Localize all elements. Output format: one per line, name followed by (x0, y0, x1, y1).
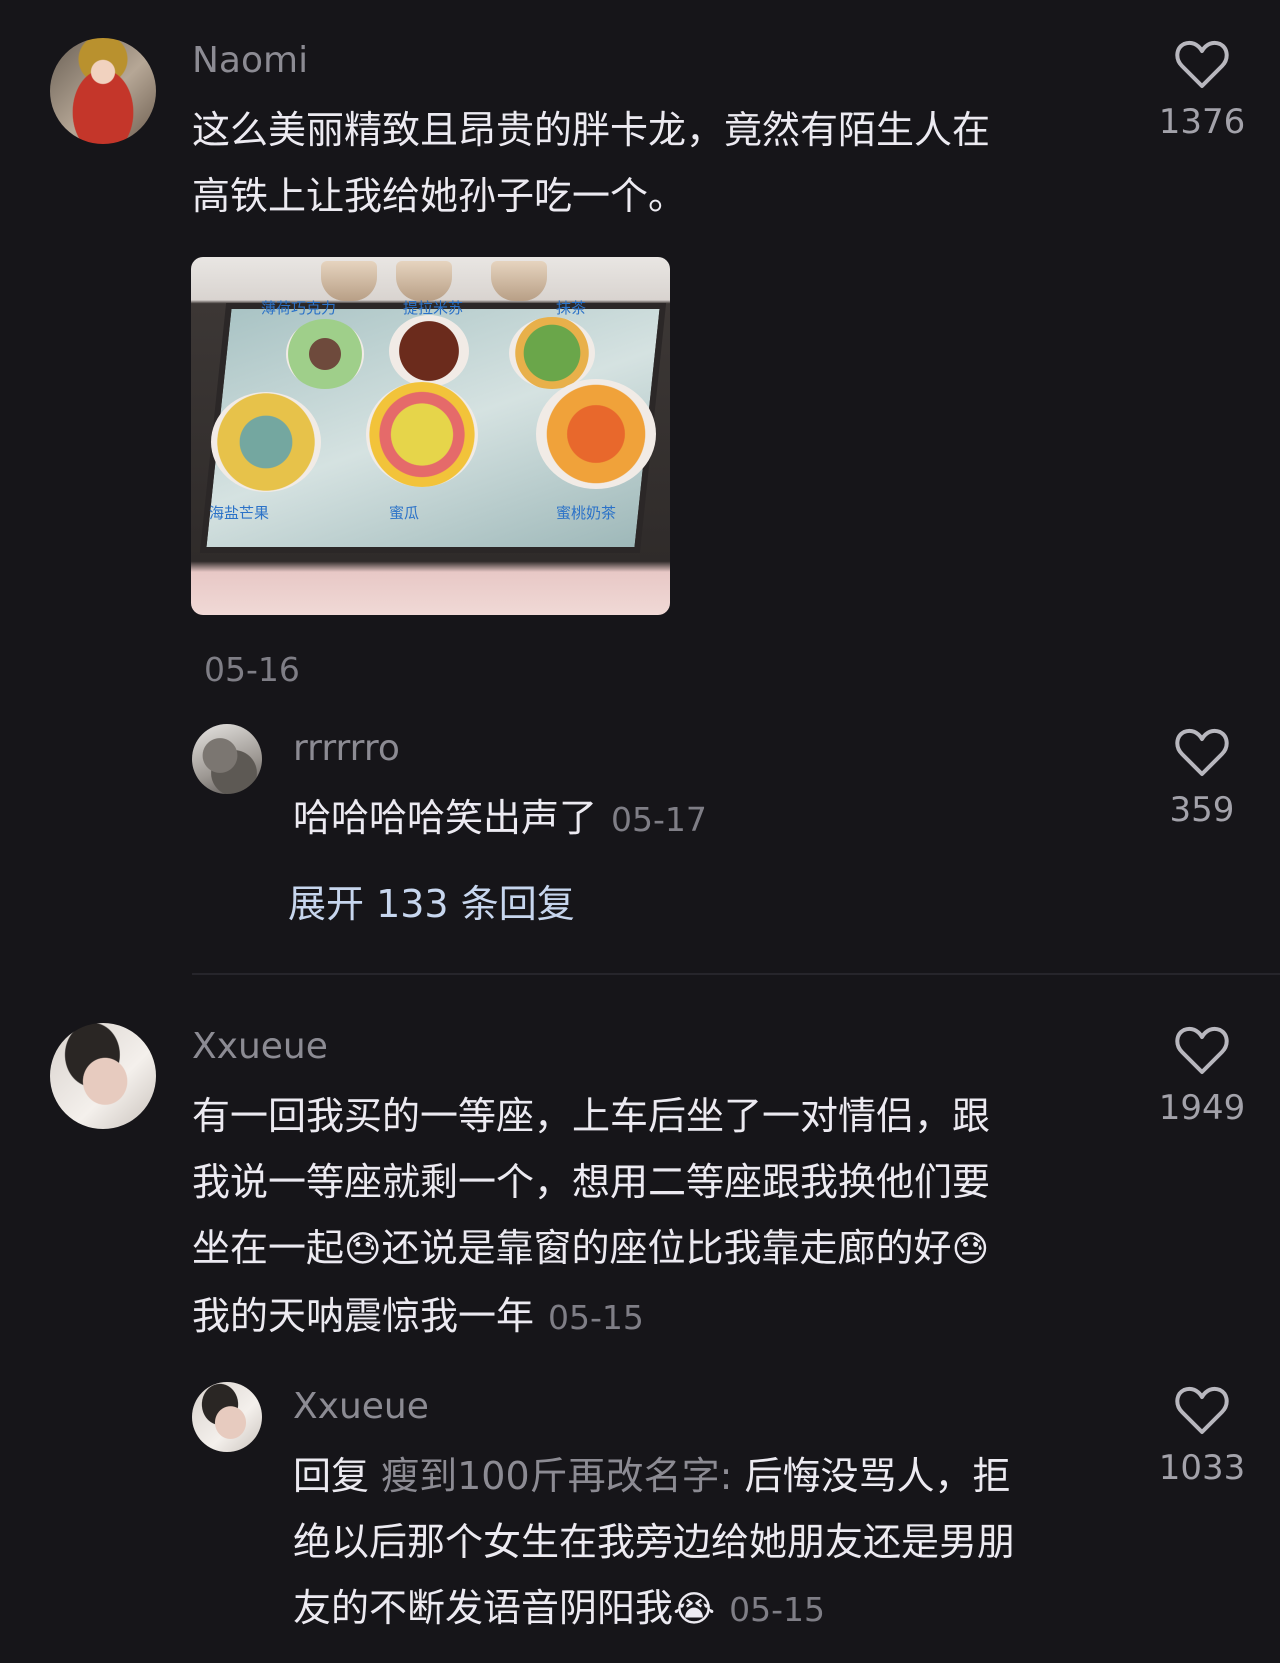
sweat-emoji-icon: 😓 (344, 1229, 382, 1270)
comment-segment: 还说是靠窗的座位比我靠走廊的好 (381, 1226, 952, 1270)
expand-replies-link[interactable]: 展开 133 条回复 (288, 873, 575, 928)
divider (192, 973, 1280, 975)
comment-line: 我的天呐震惊我一年 05-15 (192, 1283, 990, 1351)
comment-image[interactable]: 薄荷巧克力 提拉米苏 抹茶 海盐芒果 蜜瓜 蜜桃奶茶 (191, 257, 670, 615)
avatar[interactable] (192, 1382, 262, 1452)
pastry-label: 蜜桃奶茶 (556, 504, 617, 522)
comment-line: 有一回我买的一等座，上车后坐了一对情侣，跟 (192, 1094, 991, 1138)
reply-target-username[interactable]: 瘦到100斤再改名字: (381, 1454, 732, 1498)
teacup (321, 261, 377, 301)
avatar[interactable] (192, 724, 262, 794)
pastry-label: 薄荷巧克力 (261, 299, 337, 317)
reply-line: 绝以后那个女生在我旁边给她朋友还是男朋 (293, 1520, 1016, 1564)
like-button[interactable]: 359 (1132, 728, 1272, 830)
reply-content: 哈哈哈哈笑出声了 (293, 796, 598, 840)
reply-username[interactable]: rrrrrro (293, 728, 400, 769)
comment-date: 05-16 (204, 650, 300, 689)
reply-line: 友的不断发语音阴阳我😭 05-15 (293, 1575, 1015, 1643)
comment-line: 高铁上让我给她孙子吃一个。 (192, 174, 687, 218)
like-count: 1376 (1158, 102, 1246, 142)
pastry (211, 392, 321, 492)
like-count: 1033 (1158, 1448, 1246, 1488)
teacup (491, 261, 547, 301)
reply-text: 回复 瘦到100斤再改名字: 后悔没骂人，拒 绝以后那个女生在我旁边给她朋友还是… (293, 1443, 1015, 1643)
like-count: 1949 (1158, 1088, 1246, 1128)
like-button[interactable]: 1376 (1132, 40, 1272, 142)
reply-segment: 友的不断发语音阴阳我 (293, 1586, 674, 1630)
pastry (536, 379, 656, 489)
avatar[interactable] (50, 1023, 156, 1129)
pastry (389, 315, 469, 387)
sweat-emoji-icon: 😓 (951, 1229, 990, 1270)
reply-text: 哈哈哈哈笑出声了 05-17 (293, 785, 707, 853)
comment-date: 05-15 (548, 1298, 644, 1337)
pastry-label: 提拉米苏 (403, 299, 464, 317)
reply-line: 哈哈哈哈笑出声了 05-17 (293, 785, 707, 853)
teacup (396, 261, 452, 301)
pastry (286, 319, 364, 389)
crying-emoji-icon: 😭 (673, 1589, 716, 1630)
comment-line: 我说一等座就剩一个，想用二等座跟我换他们要 (192, 1160, 991, 1204)
like-button[interactable]: 1033 (1132, 1386, 1272, 1488)
comment-text: 有一回我买的一等座，上车后坐了一对情侣，跟 我说一等座就剩一个，想用二等座跟我换… (192, 1083, 990, 1351)
heart-outline-icon (1175, 728, 1229, 776)
comment-thread: Naomi 这么美丽精致且昂贵的胖卡龙，竟然有陌生人在 高铁上让我给她孙子吃一个… (0, 0, 1280, 1663)
pastry (366, 382, 478, 487)
comment-segment: 坐在一起 (192, 1226, 345, 1270)
comment-line: 坐在一起😓还说是靠窗的座位比我靠走廊的好😓 (192, 1215, 990, 1283)
comment-username[interactable]: Xxueue (192, 1026, 328, 1067)
heart-outline-icon (1175, 40, 1229, 88)
comment-segment: 我的天呐震惊我一年 (192, 1294, 535, 1338)
pastry (509, 317, 595, 389)
reply-line: 回复 瘦到100斤再改名字: 后悔没骂人，拒 (293, 1443, 1015, 1509)
like-button[interactable]: 1949 (1132, 1026, 1272, 1128)
reply-date: 05-15 (729, 1590, 825, 1629)
pastry-label: 抹茶 (556, 299, 587, 317)
pastry-label: 蜜瓜 (389, 504, 420, 522)
comment-line: 这么美丽精致且昂贵的胖卡龙，竟然有陌生人在 (192, 108, 991, 152)
heart-outline-icon (1175, 1026, 1229, 1074)
reply-date: 05-17 (611, 800, 707, 839)
heart-outline-icon (1175, 1386, 1229, 1434)
avatar[interactable] (50, 38, 156, 144)
reply-username[interactable]: Xxueue (293, 1386, 429, 1427)
like-count: 359 (1169, 790, 1235, 830)
reply-segment: 后悔没骂人，拒 (744, 1454, 1011, 1498)
comment-text: 这么美丽精致且昂贵的胖卡龙，竟然有陌生人在 高铁上让我给她孙子吃一个。 (192, 97, 990, 229)
pastry-label: 海盐芒果 (209, 504, 270, 522)
comment-username[interactable]: Naomi (192, 40, 308, 81)
reply-prefix: 回复 (293, 1454, 370, 1498)
